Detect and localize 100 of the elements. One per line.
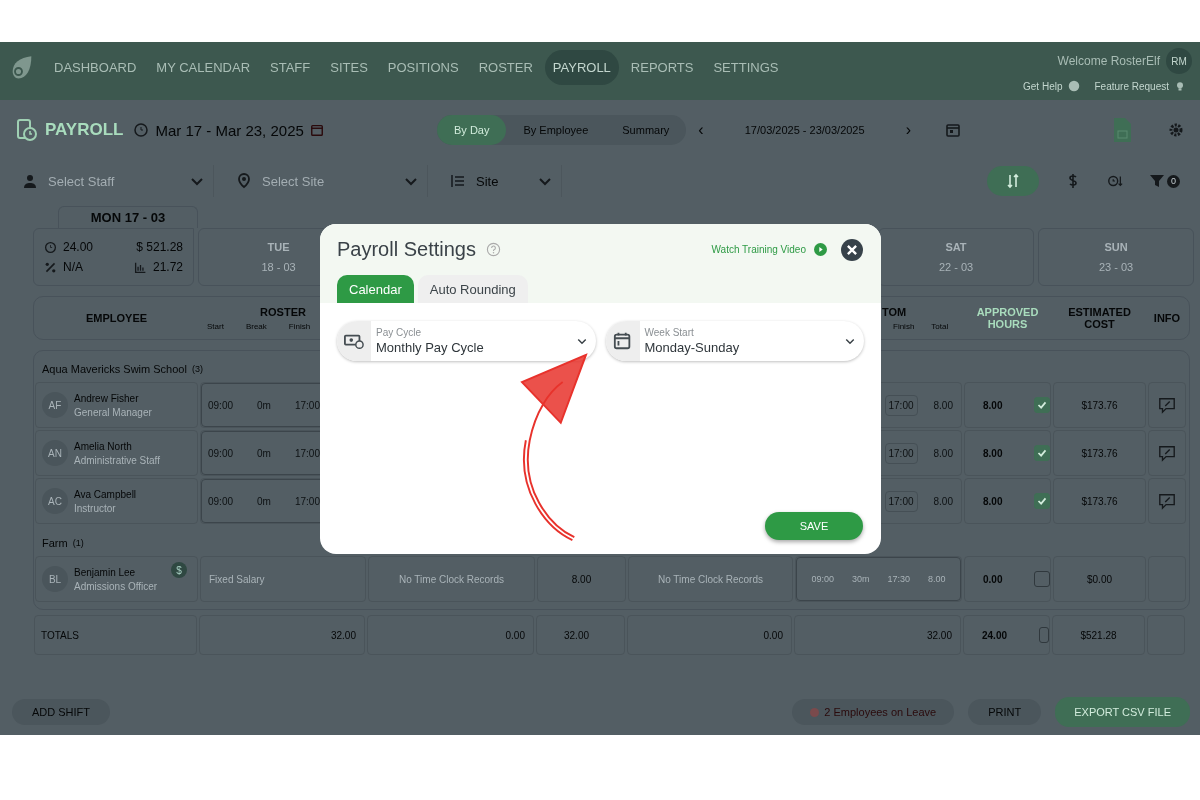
user-avatar[interactable]: RM	[1166, 48, 1192, 74]
approved-hours: 8.00	[983, 447, 1003, 459]
estimated-cost: $173.76	[1081, 495, 1118, 507]
nav-link[interactable]: PAYROLL	[544, 50, 619, 85]
column-subheader: Finish	[893, 321, 915, 331]
column-header: TOM	[882, 305, 907, 318]
welcome-text: Welcome RosterElf	[1057, 54, 1160, 68]
select-field[interactable]: Select Site	[260, 172, 395, 190]
calendar-icon[interactable]	[309, 123, 324, 137]
help-link[interactable]: Get Help	[1023, 80, 1063, 92]
alert-dot-icon	[810, 707, 820, 717]
avatar: AC	[42, 488, 68, 514]
time-text: 8.00	[928, 574, 946, 584]
play-icon[interactable]	[814, 243, 827, 256]
view-tab[interactable]: By Day	[437, 115, 507, 145]
page-title: PAYROLL	[45, 120, 124, 140]
column-subheader: Finish	[288, 321, 311, 331]
time-input[interactable]: 17:00	[884, 490, 918, 512]
time-text: 09:00	[208, 447, 234, 459]
nav-link[interactable]: SETTINGS	[705, 50, 787, 85]
add-shift-button[interactable]: ADD SHIFT	[12, 699, 111, 725]
nav-link[interactable]: POSITIONS	[379, 50, 467, 85]
approve-checkbox[interactable]	[1039, 627, 1049, 643]
nav-link[interactable]: MY CALENDAR	[148, 50, 259, 85]
calendar-icon	[612, 331, 633, 351]
total-value: 0.00	[763, 629, 783, 641]
next-week-button[interactable]: ›	[899, 121, 917, 139]
date-range-text: Mar 17 - Mar 23, 2025	[155, 121, 304, 139]
group-by-field[interactable]: Site	[474, 172, 529, 190]
nav-link[interactable]: DASHBOARD	[46, 50, 145, 85]
time-text: 17:00	[294, 495, 320, 507]
day-summary-card[interactable]: 24.00 $ 521.28 N/A 21.72	[33, 228, 194, 286]
settings-tab[interactable]: Auto Rounding	[417, 275, 528, 303]
nav-link[interactable]: ROSTER	[470, 50, 541, 85]
column-subheader: Start	[207, 321, 224, 331]
nav-link[interactable]: REPORTS	[622, 50, 702, 85]
time-clock-text: No Time Clock Records	[657, 573, 764, 585]
select-field[interactable]: Pay Cycle Monthly Pay Cycle	[337, 321, 596, 361]
close-icon[interactable]	[841, 238, 863, 261]
day-card[interactable]: SUN 23 - 03	[1038, 228, 1194, 286]
column-subheader: Total	[931, 321, 949, 331]
sort-button[interactable]	[987, 166, 1039, 196]
day-name: SUN	[1104, 241, 1128, 253]
day-date: 22 - 03	[938, 261, 974, 273]
date-range-field[interactable]: 17/03/2025 - 23/03/2025	[719, 118, 890, 142]
previous-week-button[interactable]: ‹	[692, 121, 710, 139]
comment-edit-icon[interactable]	[1158, 492, 1176, 510]
view-tab[interactable]: By Employee	[506, 115, 606, 145]
approve-checkbox[interactable]	[1034, 571, 1050, 587]
totals-label: TOTALS	[40, 629, 79, 641]
nav-link[interactable]: STAFF	[262, 50, 319, 85]
filter-icon	[1149, 173, 1165, 189]
avatar: AN	[42, 440, 68, 466]
approve-checkbox[interactable]	[1034, 493, 1051, 509]
employee-name[interactable]: Ava Campbell	[74, 488, 137, 500]
view-tab[interactable]: Summary	[605, 115, 687, 145]
export-csv-button[interactable]: EXPORT CSV FILE	[1055, 697, 1190, 727]
filter-button[interactable]: 0	[1149, 173, 1180, 189]
time-input[interactable]: 17:00	[884, 394, 918, 416]
leave-notice[interactable]: 2 Employees on Leave	[792, 699, 955, 725]
comment-edit-icon[interactable]	[1158, 444, 1176, 462]
save-button[interactable]: SAVE	[765, 512, 863, 540]
clock-sort-icon[interactable]	[1107, 173, 1123, 189]
time-input[interactable]: 17:00	[884, 442, 918, 464]
select-field[interactable]: Select Staff	[46, 172, 181, 190]
select-field[interactable]: Week Start Monday-Sunday	[605, 321, 864, 361]
employee-role: Instructor	[74, 502, 117, 514]
calendar-icon[interactable]	[945, 122, 961, 138]
time-text: 0m	[257, 399, 271, 411]
training-video-link[interactable]: Watch Training Video	[711, 244, 806, 255]
print-button[interactable]: PRINT	[968, 699, 1042, 725]
approve-checkbox[interactable]	[1034, 445, 1051, 461]
day-tab[interactable]: MON 17 - 03	[58, 206, 198, 228]
employee-name[interactable]: Amelia North	[74, 440, 160, 452]
custom-shift-box[interactable]: 09:00 30m 17:30 8.00	[796, 557, 961, 601]
field-value: Monday-Sunday	[644, 340, 741, 355]
group-count: (1)	[72, 538, 84, 548]
employee-name[interactable]: Andrew Fisher	[74, 392, 152, 404]
field-label: Week Start	[644, 327, 695, 338]
feature-request-link[interactable]: Feature Request	[1094, 80, 1169, 92]
time-text: 17:30	[887, 574, 910, 584]
time-text: 0m	[257, 447, 271, 459]
settings-icon[interactable]	[1168, 122, 1184, 138]
total-value: 32.00	[330, 629, 356, 641]
column-subheader: Break	[245, 321, 267, 331]
approve-checkbox[interactable]	[1034, 397, 1051, 413]
bar-chart-icon	[133, 260, 147, 274]
time-text: 17:00	[294, 399, 320, 411]
clock-icon	[133, 122, 150, 138]
settings-tab[interactable]: Calendar	[337, 275, 414, 303]
nav-link[interactable]: SITES	[322, 50, 376, 85]
comment-edit-icon[interactable]	[1158, 396, 1176, 414]
person-icon	[22, 173, 38, 189]
total-value: 32.00	[564, 629, 589, 641]
total-value: 0.00	[505, 629, 525, 641]
time-text: 30m	[851, 574, 870, 584]
lightbulb-icon[interactable]	[1174, 80, 1186, 92]
employee-name[interactable]: Benjamin Lee	[74, 566, 158, 578]
group-name: Farm	[42, 537, 68, 549]
employee-role: Admissions Officer	[74, 580, 158, 592]
